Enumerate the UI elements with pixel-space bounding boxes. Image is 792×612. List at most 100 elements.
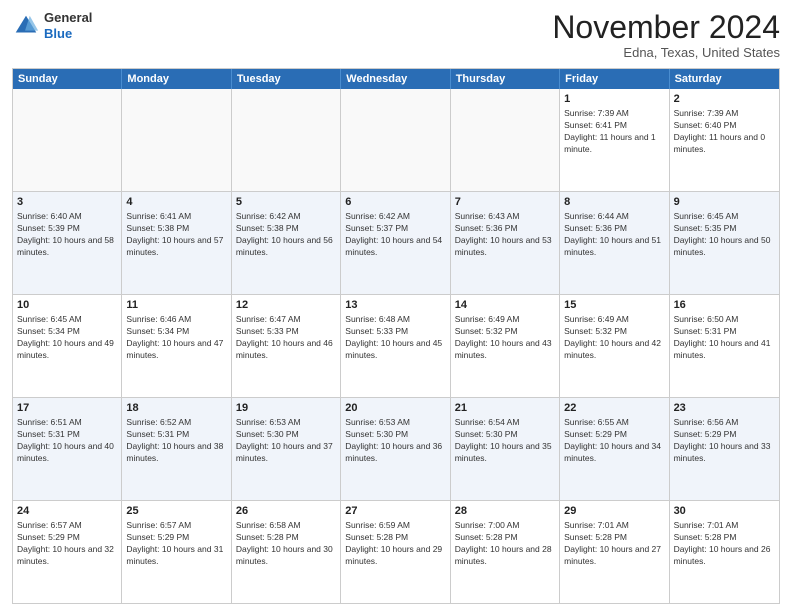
calendar-row-1: 1Sunrise: 7:39 AMSunset: 6:41 PMDaylight… (13, 89, 779, 192)
day-cell-28: 28Sunrise: 7:00 AMSunset: 5:28 PMDayligh… (451, 501, 560, 603)
logo-general-text: General (44, 10, 92, 25)
cell-sun-info: Sunrise: 7:01 AMSunset: 5:28 PMDaylight:… (564, 520, 664, 568)
cell-sun-info: Sunrise: 6:45 AMSunset: 5:35 PMDaylight:… (674, 211, 775, 259)
day-number: 9 (674, 195, 775, 210)
empty-cell (122, 89, 231, 191)
day-cell-30: 30Sunrise: 7:01 AMSunset: 5:28 PMDayligh… (670, 501, 779, 603)
header-monday: Monday (122, 69, 231, 89)
logo: General Blue (12, 10, 92, 41)
header-tuesday: Tuesday (232, 69, 341, 89)
title-block: November 2024 Edna, Texas, United States (552, 10, 780, 60)
day-cell-18: 18Sunrise: 6:52 AMSunset: 5:31 PMDayligh… (122, 398, 231, 500)
calendar-row-3: 10Sunrise: 6:45 AMSunset: 5:34 PMDayligh… (13, 295, 779, 398)
cell-sun-info: Sunrise: 7:39 AMSunset: 6:40 PMDaylight:… (674, 108, 775, 156)
header-thursday: Thursday (451, 69, 560, 89)
cell-sun-info: Sunrise: 6:49 AMSunset: 5:32 PMDaylight:… (455, 314, 555, 362)
cell-sun-info: Sunrise: 6:42 AMSunset: 5:37 PMDaylight:… (345, 211, 445, 259)
day-number: 29 (564, 504, 664, 519)
cell-sun-info: Sunrise: 7:00 AMSunset: 5:28 PMDaylight:… (455, 520, 555, 568)
day-cell-17: 17Sunrise: 6:51 AMSunset: 5:31 PMDayligh… (13, 398, 122, 500)
day-number: 10 (17, 298, 117, 313)
day-number: 20 (345, 401, 445, 416)
day-number: 7 (455, 195, 555, 210)
page-header: General Blue November 2024 Edna, Texas, … (12, 10, 780, 60)
cell-sun-info: Sunrise: 6:57 AMSunset: 5:29 PMDaylight:… (17, 520, 117, 568)
day-number: 28 (455, 504, 555, 519)
day-cell-29: 29Sunrise: 7:01 AMSunset: 5:28 PMDayligh… (560, 501, 669, 603)
cell-sun-info: Sunrise: 6:59 AMSunset: 5:28 PMDaylight:… (345, 520, 445, 568)
logo-icon (12, 12, 40, 40)
day-number: 4 (126, 195, 226, 210)
calendar-header: Sunday Monday Tuesday Wednesday Thursday… (13, 69, 779, 89)
cell-sun-info: Sunrise: 6:52 AMSunset: 5:31 PMDaylight:… (126, 417, 226, 465)
day-cell-1: 1Sunrise: 7:39 AMSunset: 6:41 PMDaylight… (560, 89, 669, 191)
day-number: 13 (345, 298, 445, 313)
calendar-row-5: 24Sunrise: 6:57 AMSunset: 5:29 PMDayligh… (13, 501, 779, 603)
day-number: 19 (236, 401, 336, 416)
day-number: 5 (236, 195, 336, 210)
day-number: 1 (564, 92, 664, 107)
day-cell-21: 21Sunrise: 6:54 AMSunset: 5:30 PMDayligh… (451, 398, 560, 500)
cell-sun-info: Sunrise: 6:53 AMSunset: 5:30 PMDaylight:… (345, 417, 445, 465)
day-cell-25: 25Sunrise: 6:57 AMSunset: 5:29 PMDayligh… (122, 501, 231, 603)
day-number: 18 (126, 401, 226, 416)
cell-sun-info: Sunrise: 6:49 AMSunset: 5:32 PMDaylight:… (564, 314, 664, 362)
day-cell-2: 2Sunrise: 7:39 AMSunset: 6:40 PMDaylight… (670, 89, 779, 191)
day-number: 26 (236, 504, 336, 519)
cell-sun-info: Sunrise: 6:53 AMSunset: 5:30 PMDaylight:… (236, 417, 336, 465)
day-cell-22: 22Sunrise: 6:55 AMSunset: 5:29 PMDayligh… (560, 398, 669, 500)
day-cell-20: 20Sunrise: 6:53 AMSunset: 5:30 PMDayligh… (341, 398, 450, 500)
day-cell-15: 15Sunrise: 6:49 AMSunset: 5:32 PMDayligh… (560, 295, 669, 397)
cell-sun-info: Sunrise: 6:45 AMSunset: 5:34 PMDaylight:… (17, 314, 117, 362)
day-number: 6 (345, 195, 445, 210)
cell-sun-info: Sunrise: 7:01 AMSunset: 5:28 PMDaylight:… (674, 520, 775, 568)
day-number: 22 (564, 401, 664, 416)
month-title: November 2024 (552, 10, 780, 45)
day-number: 8 (564, 195, 664, 210)
day-number: 2 (674, 92, 775, 107)
day-cell-16: 16Sunrise: 6:50 AMSunset: 5:31 PMDayligh… (670, 295, 779, 397)
cell-sun-info: Sunrise: 6:43 AMSunset: 5:36 PMDaylight:… (455, 211, 555, 259)
empty-cell (451, 89, 560, 191)
day-number: 3 (17, 195, 117, 210)
empty-cell (232, 89, 341, 191)
day-number: 25 (126, 504, 226, 519)
cell-sun-info: Sunrise: 6:44 AMSunset: 5:36 PMDaylight:… (564, 211, 664, 259)
day-number: 17 (17, 401, 117, 416)
cell-sun-info: Sunrise: 6:47 AMSunset: 5:33 PMDaylight:… (236, 314, 336, 362)
header-wednesday: Wednesday (341, 69, 450, 89)
cell-sun-info: Sunrise: 6:54 AMSunset: 5:30 PMDaylight:… (455, 417, 555, 465)
day-number: 12 (236, 298, 336, 313)
day-cell-11: 11Sunrise: 6:46 AMSunset: 5:34 PMDayligh… (122, 295, 231, 397)
day-number: 27 (345, 504, 445, 519)
cell-sun-info: Sunrise: 6:56 AMSunset: 5:29 PMDaylight:… (674, 417, 775, 465)
day-number: 16 (674, 298, 775, 313)
day-cell-6: 6Sunrise: 6:42 AMSunset: 5:37 PMDaylight… (341, 192, 450, 294)
day-cell-24: 24Sunrise: 6:57 AMSunset: 5:29 PMDayligh… (13, 501, 122, 603)
day-cell-13: 13Sunrise: 6:48 AMSunset: 5:33 PMDayligh… (341, 295, 450, 397)
header-saturday: Saturday (670, 69, 779, 89)
calendar: Sunday Monday Tuesday Wednesday Thursday… (12, 68, 780, 604)
empty-cell (341, 89, 450, 191)
day-number: 24 (17, 504, 117, 519)
day-cell-23: 23Sunrise: 6:56 AMSunset: 5:29 PMDayligh… (670, 398, 779, 500)
cell-sun-info: Sunrise: 6:40 AMSunset: 5:39 PMDaylight:… (17, 211, 117, 259)
day-cell-14: 14Sunrise: 6:49 AMSunset: 5:32 PMDayligh… (451, 295, 560, 397)
day-cell-10: 10Sunrise: 6:45 AMSunset: 5:34 PMDayligh… (13, 295, 122, 397)
calendar-body: 1Sunrise: 7:39 AMSunset: 6:41 PMDaylight… (13, 89, 779, 603)
header-friday: Friday (560, 69, 669, 89)
day-cell-4: 4Sunrise: 6:41 AMSunset: 5:38 PMDaylight… (122, 192, 231, 294)
day-cell-5: 5Sunrise: 6:42 AMSunset: 5:38 PMDaylight… (232, 192, 341, 294)
cell-sun-info: Sunrise: 6:48 AMSunset: 5:33 PMDaylight:… (345, 314, 445, 362)
cell-sun-info: Sunrise: 6:57 AMSunset: 5:29 PMDaylight:… (126, 520, 226, 568)
day-number: 30 (674, 504, 775, 519)
day-cell-9: 9Sunrise: 6:45 AMSunset: 5:35 PMDaylight… (670, 192, 779, 294)
day-number: 15 (564, 298, 664, 313)
day-cell-19: 19Sunrise: 6:53 AMSunset: 5:30 PMDayligh… (232, 398, 341, 500)
day-number: 23 (674, 401, 775, 416)
cell-sun-info: Sunrise: 7:39 AMSunset: 6:41 PMDaylight:… (564, 108, 664, 156)
day-cell-8: 8Sunrise: 6:44 AMSunset: 5:36 PMDaylight… (560, 192, 669, 294)
cell-sun-info: Sunrise: 6:46 AMSunset: 5:34 PMDaylight:… (126, 314, 226, 362)
day-cell-26: 26Sunrise: 6:58 AMSunset: 5:28 PMDayligh… (232, 501, 341, 603)
calendar-row-4: 17Sunrise: 6:51 AMSunset: 5:31 PMDayligh… (13, 398, 779, 501)
